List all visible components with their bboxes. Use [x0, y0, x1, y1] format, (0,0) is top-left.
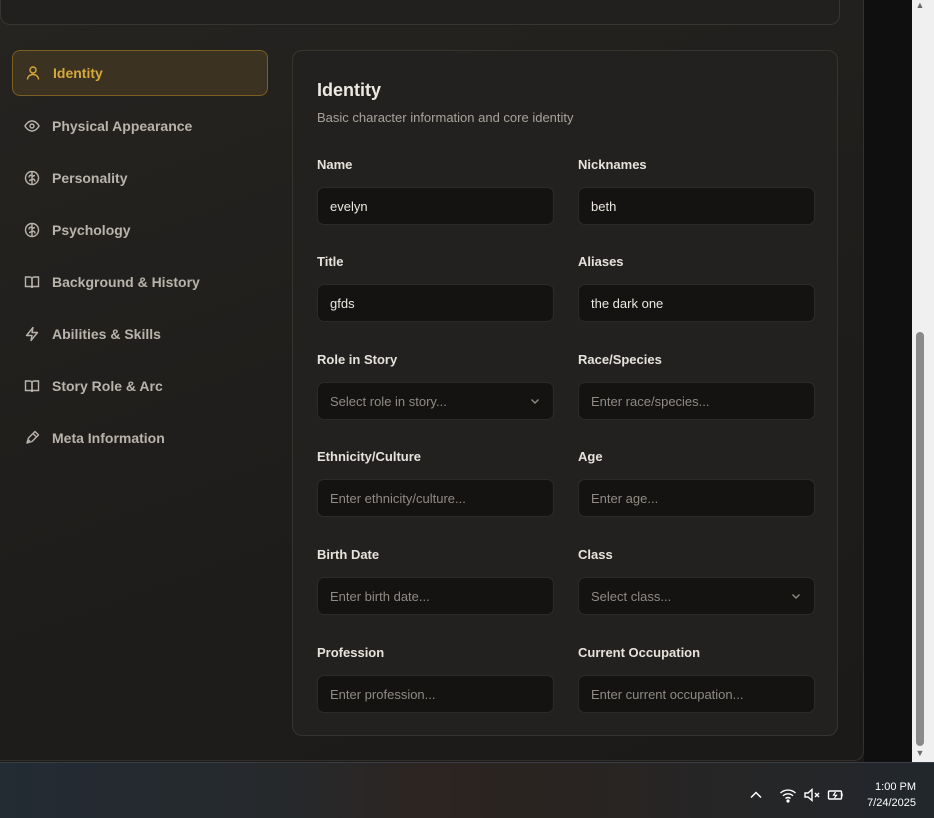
- class-field-group: Class Select class...: [578, 547, 815, 615]
- sidebar-item-personality[interactable]: Personality: [12, 156, 268, 200]
- book-icon: [24, 274, 40, 290]
- role-placeholder: Select role in story...: [330, 393, 447, 409]
- profession-field-group: Profession Enter profession...: [317, 645, 554, 713]
- profession-placeholder: Enter profession...: [330, 686, 436, 702]
- eye-icon: [24, 118, 40, 134]
- name-input[interactable]: evelyn: [317, 187, 554, 225]
- clock-time: 1:00 PM: [875, 781, 916, 793]
- nicknames-label: Nicknames: [578, 157, 647, 172]
- profession-label: Profession: [317, 645, 385, 660]
- role-field-group: Role in Story Select role in story...: [317, 352, 554, 420]
- title-label: Title: [317, 254, 344, 269]
- pen-icon: [24, 430, 40, 446]
- sidebar-item-background-history[interactable]: Background & History: [12, 260, 268, 304]
- birth-date-input[interactable]: Enter birth date...: [317, 577, 554, 615]
- ethnicity-label: Ethnicity/Culture: [317, 449, 422, 464]
- race-input[interactable]: Enter race/species...: [578, 382, 815, 420]
- sidebar-item-physical-appearance[interactable]: Physical Appearance: [12, 104, 268, 148]
- sidebar-item-label: Psychology: [52, 222, 131, 238]
- chevron-down-icon: [790, 590, 802, 602]
- birth-date-field-group: Birth Date Enter birth date...: [317, 547, 554, 615]
- title-input[interactable]: gfds: [317, 284, 554, 322]
- scroll-down-arrow-icon[interactable]: ▼: [913, 748, 927, 758]
- sidebar-item-label: Story Role & Arc: [52, 378, 163, 394]
- age-field-group: Age Enter age...: [578, 449, 815, 517]
- scrollbar-thumb[interactable]: [916, 332, 924, 746]
- sidebar-item-label: Physical Appearance: [52, 118, 193, 134]
- speaker-muted-icon[interactable]: [803, 786, 821, 804]
- app-window: Identity Physical Appearance Personality…: [0, 0, 864, 761]
- profession-input[interactable]: Enter profession...: [317, 675, 554, 713]
- occupation-input[interactable]: Enter current occupation...: [578, 675, 815, 713]
- ethnicity-field-group: Ethnicity/Culture Enter ethnicity/cultur…: [317, 449, 554, 517]
- header-card: [0, 0, 840, 25]
- sidebar-item-label: Meta Information: [52, 430, 165, 446]
- sidebar-item-label: Abilities & Skills: [52, 326, 161, 342]
- sidebar-item-label: Background & History: [52, 274, 200, 290]
- age-label: Age: [578, 449, 603, 464]
- aliases-value: the dark one: [591, 295, 664, 311]
- book-icon: [24, 378, 40, 394]
- name-value: evelyn: [330, 198, 368, 214]
- brain-icon: [24, 170, 40, 186]
- page-subtitle: Basic character information and core ide…: [317, 110, 574, 125]
- race-label: Race/Species: [578, 352, 662, 367]
- title-value: gfds: [330, 295, 355, 311]
- brain-icon: [24, 222, 40, 238]
- battery-charging-icon[interactable]: [827, 786, 845, 804]
- sidebar-item-label: Personality: [52, 170, 128, 186]
- aliases-field-group: Aliases the dark one: [578, 254, 815, 322]
- aliases-input[interactable]: the dark one: [578, 284, 815, 322]
- section-sidebar: Identity Physical Appearance Personality…: [12, 50, 268, 468]
- race-placeholder: Enter race/species...: [591, 393, 710, 409]
- occupation-placeholder: Enter current occupation...: [591, 686, 744, 702]
- page-title: Identity: [317, 80, 382, 100]
- title-field-group: Title gfds: [317, 254, 554, 322]
- sidebar-item-identity[interactable]: Identity: [12, 50, 268, 96]
- occupation-field-group: Current Occupation Enter current occupat…: [578, 645, 815, 713]
- clock-date: 7/24/2025: [867, 797, 916, 809]
- name-field-group: Name evelyn: [317, 157, 554, 225]
- sidebar-item-story-role-arc[interactable]: Story Role & Arc: [12, 364, 268, 408]
- ethnicity-input[interactable]: Enter ethnicity/culture...: [317, 479, 554, 517]
- nicknames-field-group: Nicknames beth: [578, 157, 815, 225]
- aliases-label: Aliases: [578, 254, 624, 269]
- role-select[interactable]: Select role in story...: [317, 382, 554, 420]
- sidebar-item-abilities-skills[interactable]: Abilities & Skills: [12, 312, 268, 356]
- birth-date-placeholder: Enter birth date...: [330, 588, 430, 604]
- system-clock[interactable]: 1:00 PM 7/24/2025: [867, 779, 916, 811]
- window-gutter: [864, 0, 912, 762]
- age-placeholder: Enter age...: [591, 490, 659, 506]
- sidebar-item-psychology[interactable]: Psychology: [12, 208, 268, 252]
- sidebar-item-label: Identity: [53, 65, 103, 81]
- wifi-icon[interactable]: [779, 786, 797, 804]
- lightning-icon: [24, 326, 40, 342]
- sidebar-item-meta-information[interactable]: Meta Information: [12, 416, 268, 460]
- chevron-down-icon: [529, 395, 541, 407]
- role-label: Role in Story: [317, 352, 398, 367]
- user-icon: [25, 65, 41, 81]
- nicknames-input[interactable]: beth: [578, 187, 815, 225]
- occupation-label: Current Occupation: [578, 645, 701, 660]
- identity-panel: Identity Basic character information and…: [292, 50, 838, 736]
- taskbar: 1:00 PM 7/24/2025: [0, 762, 934, 818]
- class-select[interactable]: Select class...: [578, 577, 815, 615]
- race-field-group: Race/Species Enter race/species...: [578, 352, 815, 420]
- class-label: Class: [578, 547, 613, 562]
- scroll-up-arrow-icon[interactable]: ▲: [913, 0, 927, 10]
- ethnicity-placeholder: Enter ethnicity/culture...: [330, 490, 466, 506]
- age-input[interactable]: Enter age...: [578, 479, 815, 517]
- nicknames-value: beth: [591, 198, 617, 214]
- name-label: Name: [317, 157, 353, 172]
- birth-date-label: Birth Date: [317, 547, 380, 562]
- chevron-up-icon[interactable]: [747, 786, 765, 804]
- class-placeholder: Select class...: [591, 588, 672, 604]
